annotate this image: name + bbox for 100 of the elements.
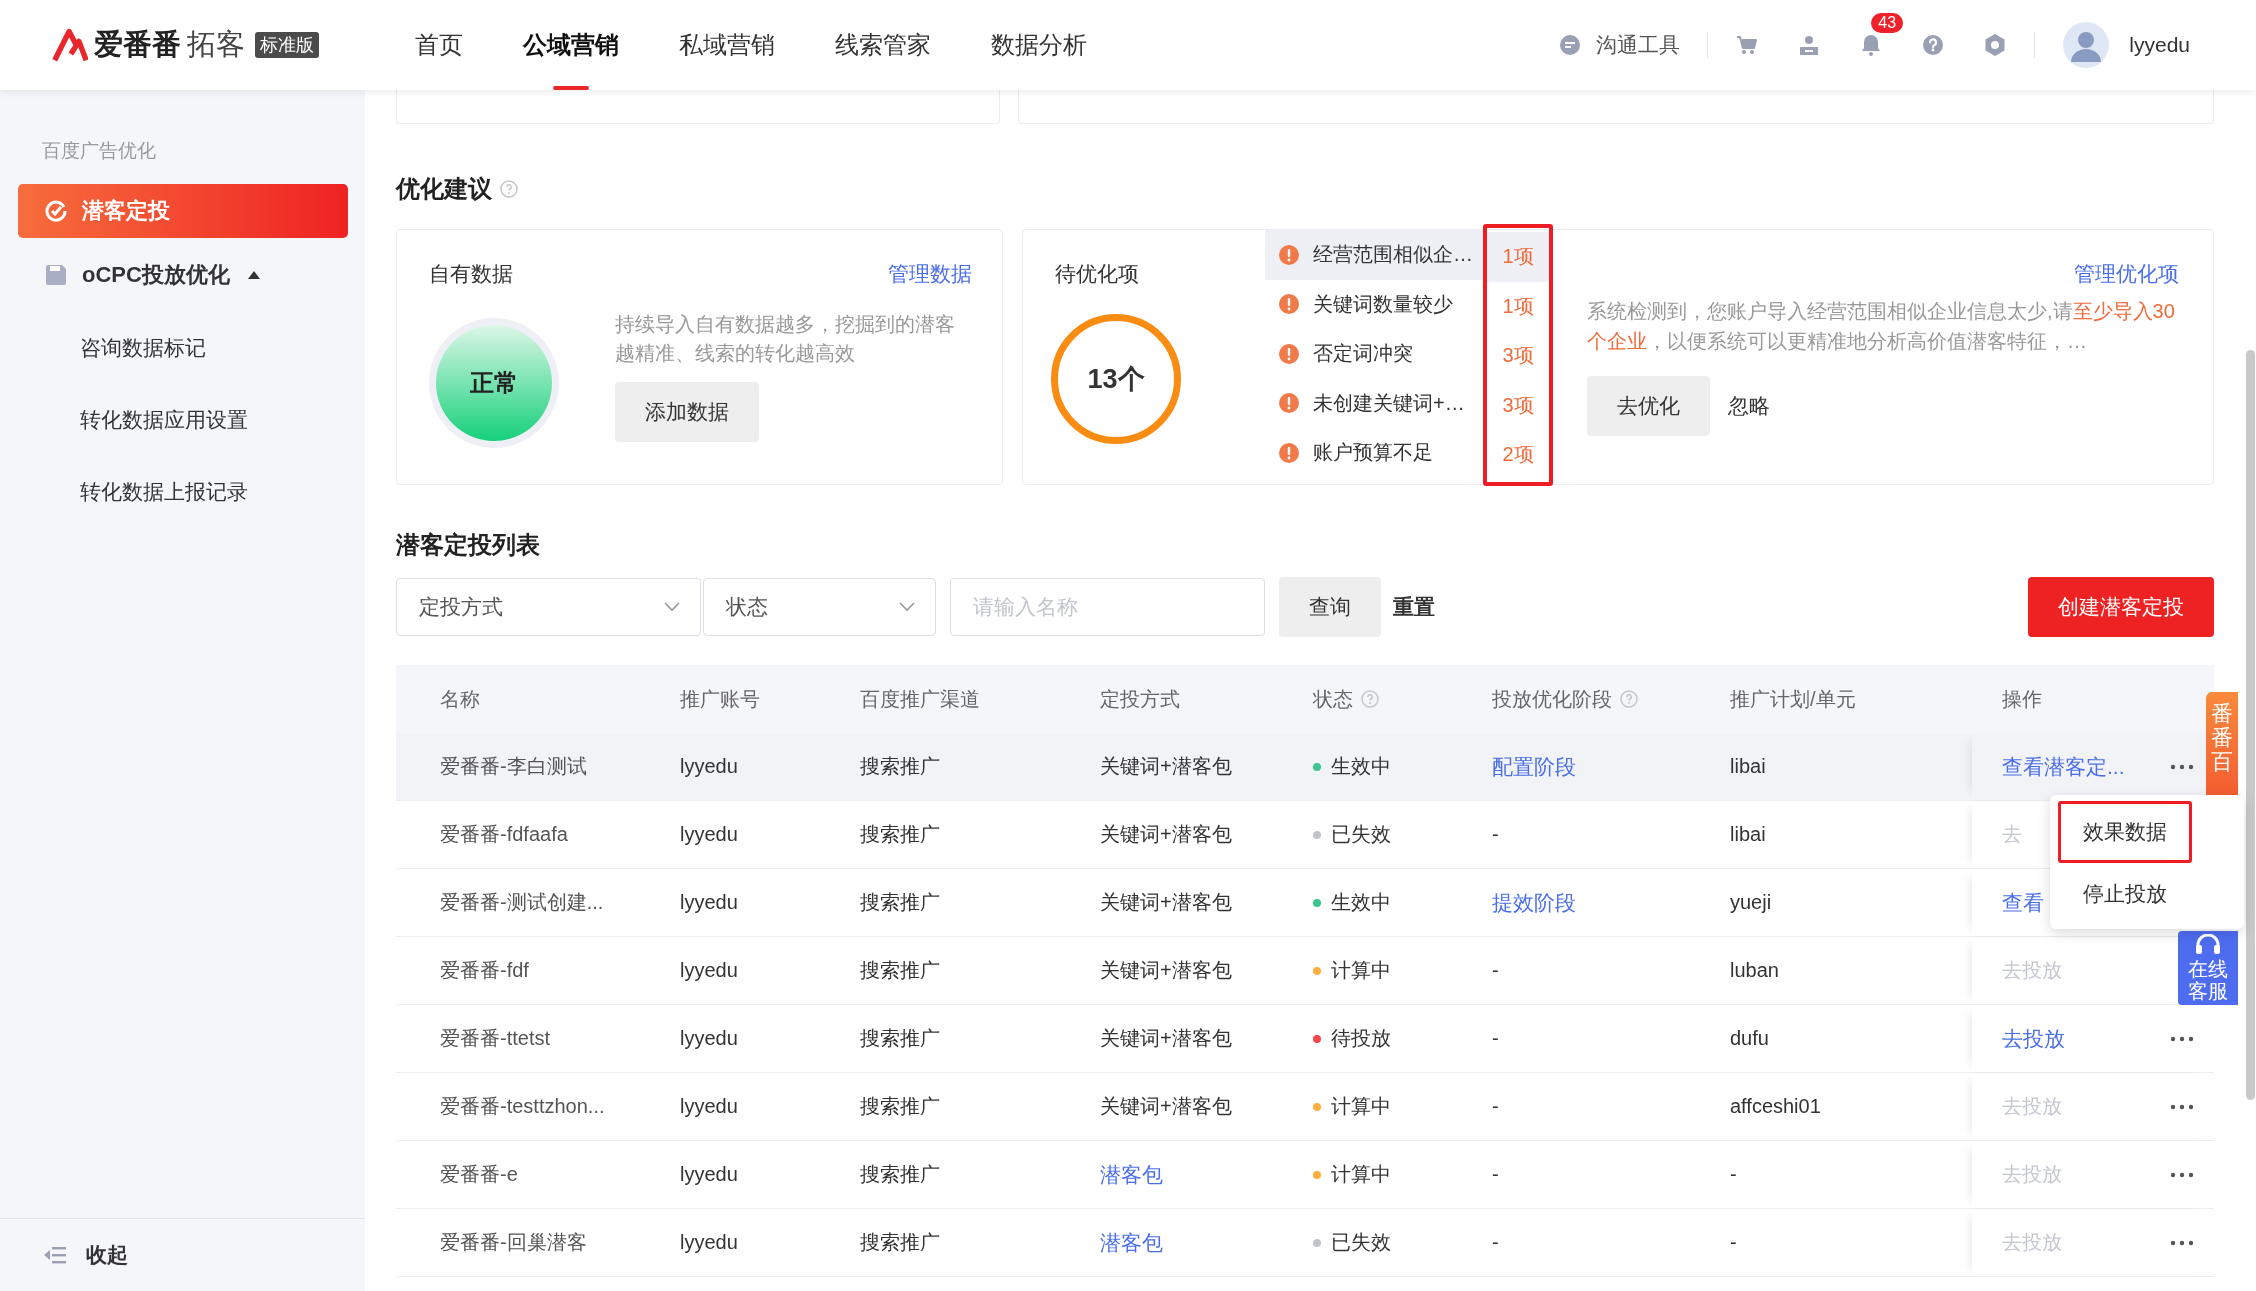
column-header: 名称 — [439, 686, 481, 712]
create-button[interactable]: 创建潜客定投 — [2028, 577, 2214, 637]
table-cell: - — [1492, 1095, 1499, 1118]
dropdown[interactable]: 定投方式 — [396, 578, 701, 636]
table-cell-text: 搜索推广 — [860, 1026, 940, 1051]
table-cell: luban — [1730, 959, 1779, 982]
nav-tab[interactable]: 首页 — [385, 0, 493, 90]
help-icon[interactable] — [1921, 33, 1946, 57]
table-cell-text: 关键词+潜客包 — [1100, 1026, 1232, 1051]
nav-tab[interactable]: 公域营销 — [493, 0, 649, 90]
column-header: 推广账号 — [679, 686, 761, 712]
settings-icon[interactable] — [1983, 33, 2008, 57]
table-cell-text: 爱番番-testtzhon... — [440, 1094, 605, 1119]
ignore-button[interactable]: 忽略 — [1716, 376, 1782, 436]
table-cell-text: 搜索推广 — [860, 754, 940, 779]
sidebar-item[interactable]: 转化数据上报记录 — [0, 456, 365, 528]
item-count: 1项 — [1502, 293, 1534, 319]
menu-item[interactable]: 停止投放 — [2058, 863, 2192, 925]
query-button[interactable]: 查询 — [1279, 577, 1381, 637]
optimization-item[interactable]: 账户预算不足 — [1265, 428, 1483, 478]
sidebar-item[interactable]: 咨询数据标记 — [0, 312, 365, 384]
table-cell-text: 搜索推广 — [860, 1162, 940, 1187]
user-name[interactable]: lyyedu — [2129, 33, 2190, 57]
nav-tab[interactable]: 私域营销 — [649, 0, 805, 90]
floppy-icon — [44, 263, 68, 287]
more-icon[interactable] — [2170, 1171, 2194, 1178]
optimization-item[interactable]: 经营范围相似企… — [1265, 230, 1483, 280]
table-cell: - — [1730, 1163, 1737, 1186]
table-cell: - — [1492, 959, 1499, 982]
nav-tab[interactable]: 数据分析 — [961, 0, 1117, 90]
warning-icon — [1279, 442, 1299, 463]
help-icon — [500, 180, 518, 198]
collapse-icon[interactable] — [44, 1246, 66, 1264]
dropdown[interactable]: 状态 — [703, 578, 936, 636]
table-cell: lyyedu — [680, 755, 738, 778]
table-cell-text: 爱番番-测试创建... — [440, 890, 604, 915]
status-text: 生效中 — [1331, 890, 1391, 915]
action-link[interactable]: 查看潜客定... — [2002, 752, 2125, 781]
menu-item[interactable]: 效果数据 — [2058, 801, 2192, 863]
table-cell: lyyedu — [680, 1163, 738, 1186]
optimization-item[interactable]: 未创建关键词+… — [1265, 378, 1483, 428]
target-icon — [44, 199, 68, 223]
status-text: 计算中 — [1331, 1162, 1391, 1187]
more-icon[interactable] — [2170, 1239, 2194, 1246]
service-tab[interactable]: 在线客服 — [2178, 931, 2238, 1005]
action-link[interactable]: 查看 — [2002, 888, 2044, 917]
product-name: 拓客 — [187, 27, 245, 62]
table-cell: - — [1492, 823, 1499, 846]
optimization-item[interactable]: 否定词冲突 — [1265, 329, 1483, 379]
column-header: 百度推广渠道 — [859, 686, 981, 712]
sidebar-item[interactable]: oCPC投放优化 — [18, 248, 348, 302]
more-icon[interactable] — [2170, 1103, 2194, 1110]
table-cell: - — [1492, 1027, 1499, 1050]
add-data-button[interactable]: 添加数据 — [615, 382, 759, 442]
action-link[interactable]: 去投放 — [2002, 1024, 2065, 1053]
table-link[interactable]: 配置阶段 — [1492, 752, 1576, 781]
sidebar-heading: 百度广告优化 — [41, 139, 157, 163]
table-cell: - — [1492, 1231, 1499, 1254]
table-cell-text: 关键词+潜客包 — [1100, 958, 1232, 983]
column-header: 推广计划/单元 — [1729, 686, 1857, 712]
manage-link[interactable]: 管理优化项 — [2074, 260, 2179, 288]
cart-icon[interactable] — [1735, 33, 1760, 57]
table-cell: dufu — [1730, 1027, 1769, 1050]
help-icon — [1620, 690, 1638, 708]
table-cell: lyyedu — [680, 1231, 738, 1254]
table-cell: lyyedu — [680, 959, 738, 982]
help-icon — [1361, 690, 1379, 708]
nav-tab[interactable]: 线索管家 — [805, 0, 961, 90]
item-label: 经营范围相似企… — [1313, 242, 1473, 268]
table-cell-text: 搜索推广 — [860, 958, 940, 983]
more-icon[interactable] — [2170, 763, 2194, 770]
item-label: 账户预算不足 — [1313, 440, 1433, 466]
more-icon[interactable] — [2170, 1035, 2194, 1042]
warning-icon — [1279, 343, 1299, 364]
table-cell-text: 关键词+潜客包 — [1100, 1094, 1232, 1119]
manage-link[interactable]: 管理数据 — [888, 260, 972, 288]
optimize-button[interactable]: 去优化 — [1587, 376, 1710, 436]
reset-button[interactable]: 重置 — [1381, 577, 1447, 637]
notification-badge: 43 — [1871, 13, 1904, 33]
tool-label[interactable]: 沟通工具 — [1596, 31, 1681, 59]
optimization-item[interactable]: 关键词数量较少 — [1265, 279, 1483, 329]
table-cell: affceshi01 — [1730, 1095, 1821, 1118]
collapse-button[interactable]: 收起 — [86, 1241, 128, 1269]
column-header: 定投方式 — [1099, 686, 1181, 712]
headset-icon — [2195, 934, 2221, 956]
item-count: 1项 — [1502, 244, 1534, 270]
warning-icon — [1279, 244, 1299, 265]
avatar[interactable] — [2063, 22, 2110, 68]
status-text: 已失效 — [1331, 1230, 1391, 1255]
table-cell-text: 搜索推广 — [860, 1094, 940, 1119]
chat-icon[interactable] — [1558, 33, 1583, 57]
item-label: 未创建关键词+… — [1313, 390, 1465, 416]
table-link[interactable]: 潜客包 — [1100, 1160, 1163, 1189]
search-field[interactable]: 请输入名称 — [950, 578, 1265, 636]
table-cell-text: 爱番番-回巢潜客 — [440, 1230, 587, 1255]
table-link[interactable]: 提效阶段 — [1492, 888, 1576, 917]
sidebar-item[interactable]: 转化数据应用设置 — [0, 384, 365, 456]
table-cell-text: 爱番番-e — [440, 1162, 518, 1187]
table-link[interactable]: 潜客包 — [1100, 1228, 1163, 1257]
scrollbar[interactable] — [2246, 350, 2255, 1100]
